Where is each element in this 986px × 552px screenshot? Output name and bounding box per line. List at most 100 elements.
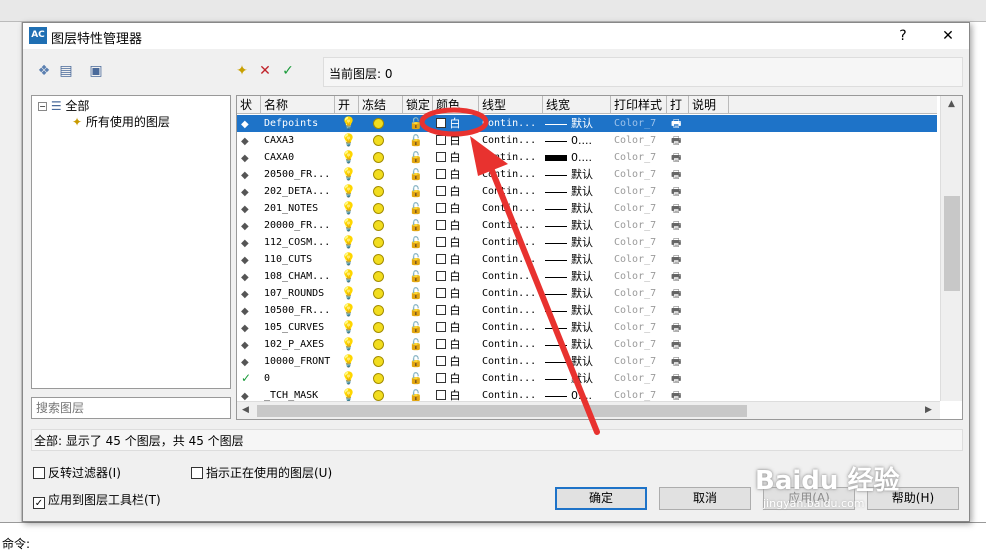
lineweight-cell[interactable]: 默认 [545, 353, 611, 370]
layer-name[interactable]: 0 [264, 370, 336, 387]
new-layer-icon[interactable]: ✦ [231, 61, 253, 81]
table-row[interactable]: ◆ 202_DETA... 💡 🔓 白 Contin... 默认 Color_7 🖶 [237, 183, 937, 200]
color-cell[interactable]: 白 [436, 234, 476, 251]
unlocked-icon[interactable]: 🔓 [409, 355, 423, 368]
linetype[interactable]: Contin... [482, 115, 542, 132]
close-button[interactable]: ✕ [938, 26, 958, 46]
tree-item-all[interactable]: − ☰ 全部 [38, 98, 89, 114]
lightbulb-on-icon[interactable]: 💡 [341, 235, 356, 249]
linetype[interactable]: Contin... [482, 319, 542, 336]
scroll-right-icon[interactable]: ▶ [925, 405, 932, 415]
color-cell[interactable]: 白 [436, 353, 476, 370]
layer-name[interactable]: CAXA3 [264, 132, 336, 149]
unlocked-icon[interactable]: 🔓 [409, 321, 423, 334]
collapse-icon[interactable]: − [38, 102, 47, 111]
color-cell[interactable]: 白 [436, 285, 476, 302]
lightbulb-on-icon[interactable]: 💡 [341, 337, 356, 351]
table-row[interactable]: ◆ CAXA3 💡 🔓 白 Contin... 0.... Color_7 🖶 [237, 132, 937, 149]
printer-icon[interactable]: 🖶 [671, 185, 681, 198]
printer-icon[interactable]: 🖶 [671, 287, 681, 300]
table-row[interactable]: ◆ 10000_FRONT 💡 🔓 白 Contin... 默认 Color_7 🖶 [237, 353, 937, 370]
linetype[interactable]: Contin... [482, 251, 542, 268]
color-cell[interactable]: 白 [436, 251, 476, 268]
layer-name[interactable]: 107_ROUNDS [264, 285, 336, 302]
thaw-sun-icon[interactable] [373, 339, 384, 350]
cancel-button[interactable]: 取消 [659, 487, 751, 510]
new-property-filter-icon[interactable]: ❖ [33, 61, 55, 81]
printer-icon[interactable]: 🖶 [671, 168, 681, 181]
layer-name[interactable]: 108_CHAM... [264, 268, 336, 285]
search-layers-input[interactable] [31, 397, 231, 419]
thaw-sun-icon[interactable] [373, 322, 384, 333]
printer-icon[interactable]: 🖶 [671, 355, 681, 368]
lightbulb-on-icon[interactable]: 💡 [341, 201, 356, 215]
color-cell[interactable]: 白 [436, 319, 476, 336]
thaw-sun-icon[interactable] [373, 135, 384, 146]
table-row[interactable]: ✓ 0 💡 🔓 白 Contin... 默认 Color_7 🖶 [237, 370, 937, 387]
printer-icon[interactable]: 🖶 [671, 202, 681, 215]
unlocked-icon[interactable]: 🔓 [409, 151, 423, 164]
layer-name[interactable]: 102_P_AXES [264, 336, 336, 353]
lineweight-cell[interactable]: 默认 [545, 302, 611, 319]
table-row[interactable]: ◆ 102_P_AXES 💡 🔓 白 Contin... 默认 Color_7 🖶 [237, 336, 937, 353]
table-row[interactable]: ◆ 110_CUTS 💡 🔓 白 Contin... 默认 Color_7 🖶 [237, 251, 937, 268]
unlocked-icon[interactable]: 🔓 [409, 202, 423, 215]
invert-filter-checkbox[interactable]: 反转过滤器(I) [33, 465, 121, 481]
lightbulb-on-icon[interactable]: 💡 [341, 252, 356, 266]
linetype[interactable]: Contin... [482, 285, 542, 302]
thaw-sun-icon[interactable] [373, 390, 384, 401]
table-row[interactable]: ◆ Defpoints 💡 🔓 白 Contin... 默认 Color_7 🖶 [237, 115, 937, 132]
thaw-sun-icon[interactable] [373, 254, 384, 265]
color-cell[interactable]: 白 [436, 336, 476, 353]
layer-name[interactable]: 20500_FR... [264, 166, 336, 183]
column-header[interactable]: 线型 [479, 96, 543, 114]
lightbulb-on-icon[interactable]: 💡 [341, 116, 356, 130]
layer-name[interactable]: Defpoints [264, 115, 336, 132]
column-header[interactable]: 打 [667, 96, 689, 114]
lineweight-cell[interactable]: 默认 [545, 217, 611, 234]
column-header[interactable]: 颜色 [433, 96, 479, 114]
table-row[interactable]: ◆ CAXA0 💡 🔓 白 Contin... 0.... Color_7 🖶 [237, 149, 937, 166]
linetype[interactable]: Contin... [482, 149, 542, 166]
printer-icon[interactable]: 🖶 [671, 253, 681, 266]
lightbulb-on-icon[interactable]: 💡 [341, 388, 356, 402]
apply-to-toolbar-box[interactable]: ✓ [33, 497, 45, 509]
scroll-up-icon[interactable]: ▲ [948, 99, 955, 109]
color-cell[interactable]: 白 [436, 370, 476, 387]
color-cell[interactable]: 白 [436, 132, 476, 149]
layer-states-manager-icon[interactable]: ▣ [85, 61, 107, 81]
table-row[interactable]: ◆ 10500_FR... 💡 🔓 白 Contin... 默认 Color_7 🖶 [237, 302, 937, 319]
table-row[interactable]: ◆ 108_CHAM... 💡 🔓 白 Contin... 默认 Color_7 🖶 [237, 268, 937, 285]
tree-item-used-layers[interactable]: ✦ 所有使用的图层 [72, 114, 170, 130]
invert-filter-box[interactable] [33, 467, 45, 479]
unlocked-icon[interactable]: 🔓 [409, 185, 423, 198]
column-header[interactable]: 说明 [689, 96, 729, 114]
table-row[interactable]: ◆ 112_COSM... 💡 🔓 白 Contin... 默认 Color_7 🖶 [237, 234, 937, 251]
linetype[interactable]: Contin... [482, 132, 542, 149]
layer-table[interactable]: 状名称开冻结 锁定 颜色 线型 线宽 打印样式打说明 ◆ Defpoints 💡 🔓 白 Cont… [236, 95, 963, 420]
layer-name[interactable]: 10500_FR... [264, 302, 336, 319]
printer-icon[interactable]: 🖶 [671, 321, 681, 334]
lightbulb-on-icon[interactable]: 💡 [341, 218, 356, 232]
command-line[interactable]: 命令: [0, 522, 986, 551]
printer-icon[interactable]: 🖶 [671, 270, 681, 283]
color-cell[interactable]: 白 [436, 200, 476, 217]
scroll-left-icon[interactable]: ◀ [242, 405, 249, 415]
linetype[interactable]: Contin... [482, 200, 542, 217]
thaw-sun-icon[interactable] [373, 305, 384, 316]
lineweight-cell[interactable]: 默认 [545, 166, 611, 183]
filter-tree[interactable]: − ☰ 全部 ✦ 所有使用的图层 [31, 95, 231, 389]
unlocked-icon[interactable]: 🔓 [409, 304, 423, 317]
vertical-scroll-thumb[interactable] [944, 196, 960, 291]
thaw-sun-icon[interactable] [373, 203, 384, 214]
indicate-in-use-checkbox[interactable]: 指示正在使用的图层(U) [191, 465, 332, 481]
thaw-sun-icon[interactable] [373, 152, 384, 163]
layer-name[interactable]: 110_CUTS [264, 251, 336, 268]
apply-to-toolbar-checkbox[interactable]: ✓ 应用到图层工具栏(T) [33, 492, 161, 509]
column-header[interactable]: 名称 [261, 96, 335, 114]
layer-name[interactable]: 20000_FR... [264, 217, 336, 234]
lineweight-cell[interactable]: 默认 [545, 251, 611, 268]
thaw-sun-icon[interactable] [373, 169, 384, 180]
column-header[interactable]: 冻结 [359, 96, 403, 114]
layer-name[interactable]: CAXA0 [264, 149, 336, 166]
